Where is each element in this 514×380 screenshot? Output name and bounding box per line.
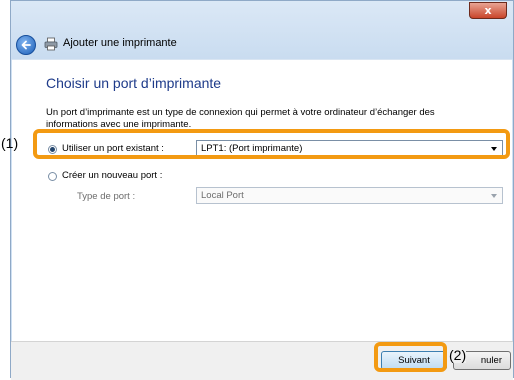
printer-icon xyxy=(44,37,58,51)
description-text: Un port d’imprimante est un type de conn… xyxy=(46,107,435,130)
port-type-select[interactable]: Local Port xyxy=(196,187,503,204)
highlight-next-button xyxy=(374,342,447,372)
new-port-radio[interactable] xyxy=(48,172,57,181)
close-button[interactable]: x xyxy=(469,2,507,19)
highlight-existing-port xyxy=(33,129,510,159)
new-port-label[interactable]: Créer un nouveau port : xyxy=(62,170,162,181)
close-icon: x xyxy=(484,4,492,17)
page-title: Choisir un port d’imprimante xyxy=(46,75,222,91)
wizard-content: Choisir un port d’imprimante Un port d’i… xyxy=(12,59,512,342)
port-type-value: Local Port xyxy=(201,190,244,201)
add-printer-window: x Ajouter une imprimante Choisir un port… xyxy=(10,0,514,380)
callout-2: (2) xyxy=(449,347,467,363)
callout-1: (1) xyxy=(1,135,19,151)
title-bar: x Ajouter une imprimante xyxy=(11,1,513,59)
window-title: Ajouter une imprimante xyxy=(63,37,177,49)
chevron-down-icon xyxy=(491,194,497,198)
port-type-label: Type de port : xyxy=(77,191,136,202)
back-button[interactable] xyxy=(16,35,36,55)
arrow-left-icon xyxy=(21,40,31,50)
